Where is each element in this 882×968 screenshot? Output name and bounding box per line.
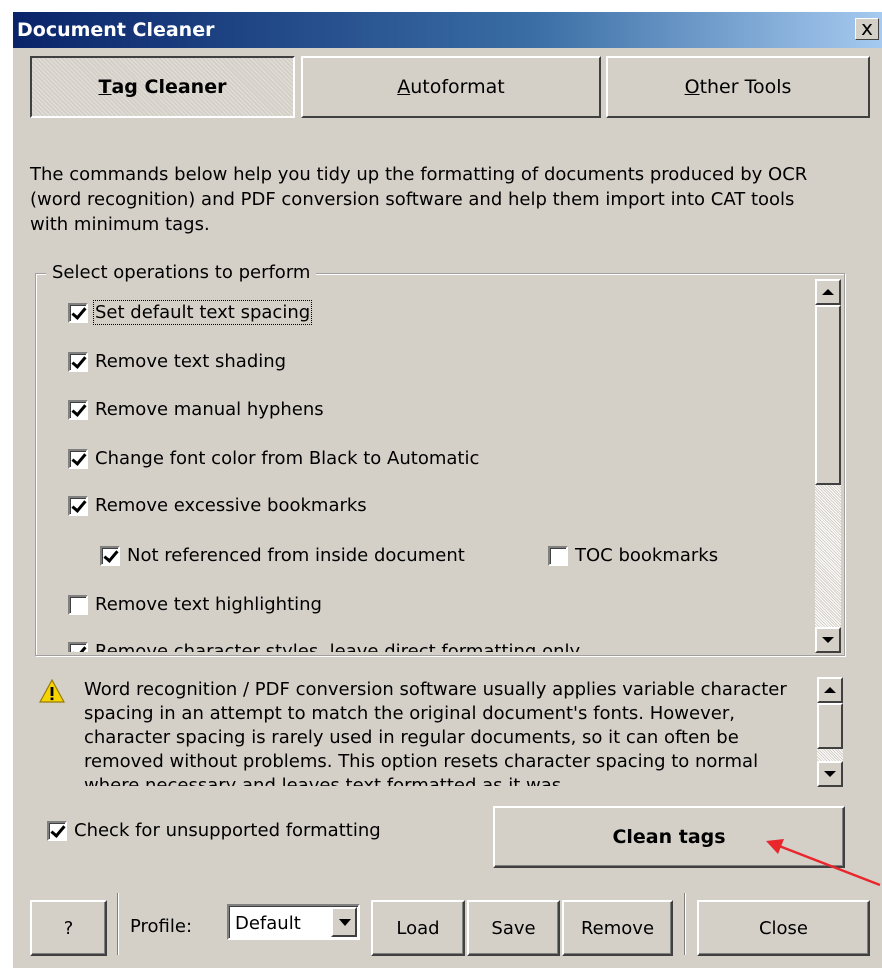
checkbox-remove-character-styles[interactable] [68, 641, 88, 652]
annotation-arrow-icon [766, 839, 881, 887]
option-remove-text-highlighting[interactable]: Remove text highlighting [68, 594, 322, 615]
load-button[interactable]: Load [371, 900, 465, 956]
operations-list: Set default text spacing Remove text sha… [52, 285, 797, 652]
warning-scroll-up-button[interactable] [817, 677, 843, 703]
separator [684, 893, 686, 955]
checkbox-remove-text-highlighting[interactable] [68, 594, 88, 615]
option-label: Remove manual hyphens [95, 399, 324, 420]
tab-tag-cleaner-mnemonic: T [98, 76, 112, 98]
help-button[interactable]: ? [30, 900, 107, 956]
scroll-up-button[interactable] [815, 279, 841, 305]
checkbox-set-default-text-spacing[interactable] [68, 302, 88, 323]
scroll-thumb[interactable] [815, 305, 841, 485]
tab-other-tools-label: ther Tools [699, 76, 792, 98]
profile-select-value: Default [235, 913, 301, 934]
option-label: Remove excessive bookmarks [95, 495, 367, 516]
operations-legend: Select operations to perform [46, 262, 317, 283]
save-button[interactable]: Save [467, 900, 560, 956]
option-label: Remove character styles, leave direct fo… [95, 641, 581, 652]
checkbox-remove-text-shading[interactable] [68, 351, 88, 372]
tab-tag-cleaner-label: ag Cleaner [111, 76, 227, 98]
chevron-down-icon[interactable] [331, 907, 357, 937]
warning-scroll-thumb[interactable] [817, 703, 843, 749]
close-window-button[interactable]: x [855, 18, 879, 40]
tab-autoformat-label: utoformat [410, 76, 505, 98]
option-label: Remove text shading [95, 351, 287, 372]
profile-select[interactable]: Default [227, 904, 360, 940]
warning-scroll-down-button[interactable] [817, 761, 843, 787]
option-toc-bookmarks[interactable]: TOC bookmarks [548, 545, 718, 566]
separator [117, 893, 119, 955]
option-remove-text-shading[interactable]: Remove text shading [68, 351, 286, 372]
description-text: The commands below help you tidy up the … [30, 164, 808, 235]
scroll-down-button[interactable] [815, 627, 841, 653]
option-remove-character-styles[interactable]: Remove character styles, leave direct fo… [68, 641, 580, 652]
option-label: TOC bookmarks [575, 545, 719, 566]
title-bar: Document Cleaner x [13, 12, 882, 48]
warning-text-box: Word recognition / PDF conversion softwa… [84, 678, 806, 786]
arrow-up-icon [824, 687, 836, 693]
warning-scrollbar[interactable] [817, 677, 843, 787]
tab-tag-cleaner[interactable]: Tag Cleaner [30, 56, 295, 118]
tab-autoformat[interactable]: Autoformat [301, 56, 601, 118]
option-label: Change font color from Black to Automati… [95, 448, 480, 469]
warning-text: Word recognition / PDF conversion softwa… [84, 679, 787, 786]
option-not-referenced[interactable]: Not referenced from inside document [100, 545, 465, 566]
option-label: Set default text spacing [92, 300, 313, 325]
arrow-up-icon [822, 289, 834, 295]
option-label: Not referenced from inside document [127, 545, 465, 566]
tab-other-tools-mnemonic: O [684, 76, 700, 98]
option-change-font-color[interactable]: Change font color from Black to Automati… [68, 448, 479, 469]
checkbox-change-font-color[interactable] [68, 448, 88, 469]
option-set-default-text-spacing[interactable]: Set default text spacing [68, 300, 313, 325]
checkbox-not-referenced[interactable] [100, 545, 120, 566]
operations-scrollbar[interactable] [815, 279, 841, 653]
option-remove-manual-hyphens[interactable]: Remove manual hyphens [68, 399, 324, 420]
close-button[interactable]: Close [697, 900, 870, 956]
checkbox-toc-bookmarks[interactable] [548, 545, 568, 566]
remove-button[interactable]: Remove [562, 900, 673, 956]
check-unsupported-label: Check for unsupported formatting [74, 820, 381, 841]
arrow-down-icon [824, 771, 836, 777]
tab-other-tools[interactable]: Other Tools [606, 56, 870, 118]
check-unsupported-option[interactable]: Check for unsupported formatting [47, 820, 381, 841]
checkbox-remove-manual-hyphens[interactable] [68, 399, 88, 420]
tab-autoformat-mnemonic: A [397, 76, 411, 98]
arrow-down-icon [822, 637, 834, 643]
checkbox-remove-excessive-bookmarks[interactable] [68, 495, 88, 516]
option-remove-excessive-bookmarks[interactable]: Remove excessive bookmarks [68, 495, 367, 516]
option-label: Remove text highlighting [95, 594, 322, 615]
profile-label: Profile: [130, 916, 193, 937]
window-title: Document Cleaner [17, 19, 215, 41]
warning-icon [39, 679, 65, 703]
checkbox-check-unsupported[interactable] [47, 820, 67, 841]
